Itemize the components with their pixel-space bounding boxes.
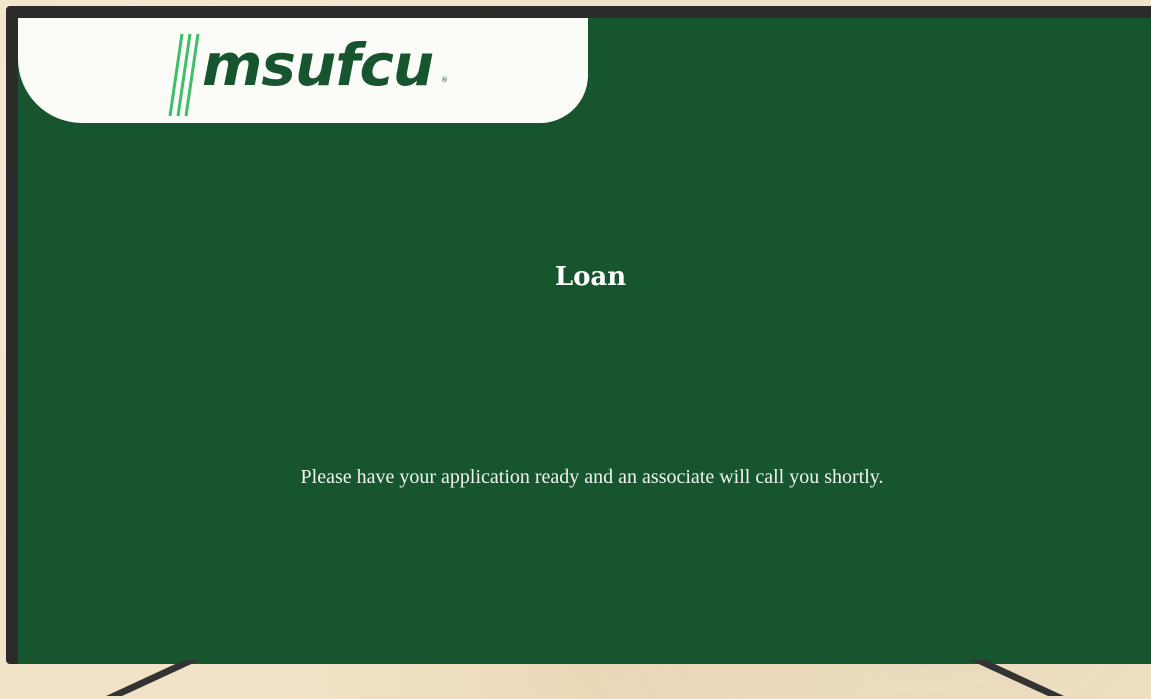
tv-stand-right	[970, 660, 1064, 696]
display-screen: msufcu ® Loan Please have your applicati…	[18, 18, 1151, 664]
status-message: Please have your application ready and a…	[300, 466, 884, 488]
logo-banner: msufcu ®	[18, 18, 588, 123]
tv-frame: msufcu ® Loan Please have your applicati…	[6, 6, 1151, 664]
logo-stripes-icon	[168, 33, 200, 117]
page-title: Loan	[554, 262, 627, 292]
tv-stand-left	[106, 660, 200, 696]
msufcu-logo: msufcu	[202, 31, 434, 99]
registered-mark: ®	[441, 76, 448, 84]
